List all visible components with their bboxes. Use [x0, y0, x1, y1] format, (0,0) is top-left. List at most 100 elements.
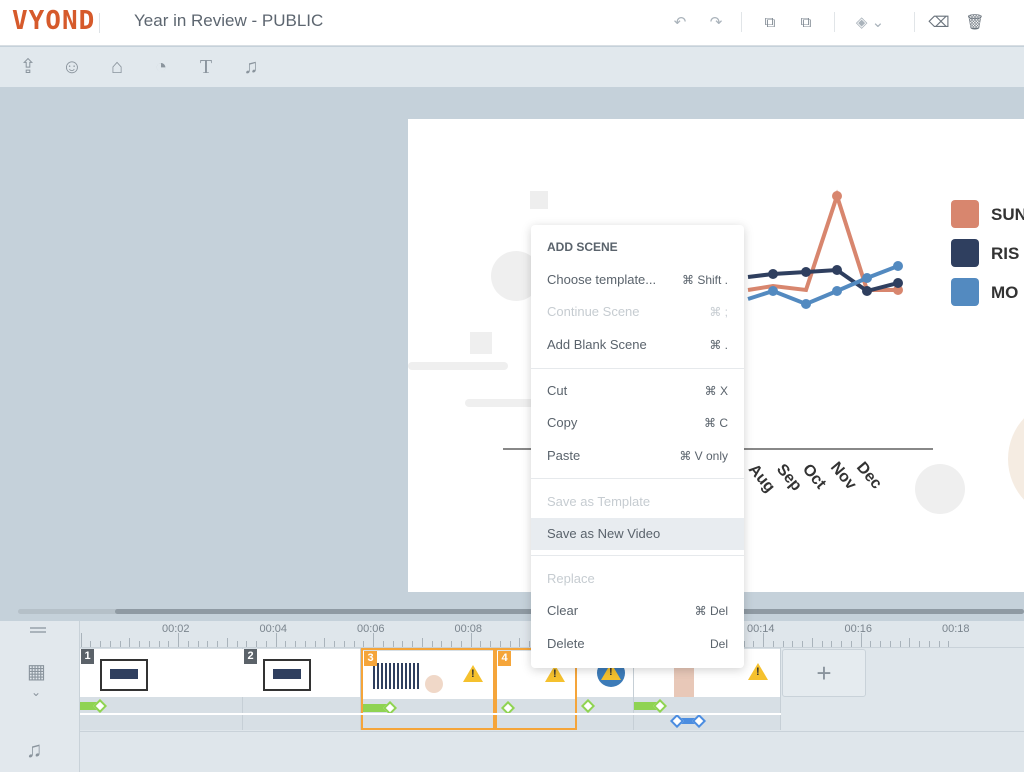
track-divider [80, 713, 781, 715]
divider [741, 12, 742, 32]
ruler-tick [948, 641, 950, 647]
menu-item-choose-template[interactable]: Choose template... ⌘ Shift . [531, 264, 744, 296]
ruler-tick [860, 633, 862, 647]
warning-icon[interactable]: ! [748, 663, 768, 680]
ruler-tick [938, 641, 940, 647]
prop-icon[interactable]: ⌂ [103, 53, 131, 81]
ruler-tick [792, 641, 794, 647]
ruler-time-label: 00:08 [454, 623, 483, 635]
transition-handle[interactable] [580, 698, 596, 714]
menu-item-shortcut: ⌘ ; [709, 305, 728, 319]
redo-icon[interactable]: ↷ [705, 12, 727, 34]
menu-divider [531, 368, 744, 369]
ruler-tick [226, 638, 228, 647]
ruler-tick [821, 641, 823, 647]
legend-swatch [951, 239, 979, 267]
ruler-tick [158, 641, 160, 647]
menu-item-copy[interactable]: Copy ⌘ C [531, 407, 744, 439]
legend-label: SUN [991, 205, 1024, 224]
menu-item-shortcut: ⌘ Del [694, 604, 728, 618]
duplicate-icon[interactable]: ⧉ [759, 12, 781, 34]
menu-item-save-as-new-video[interactable]: Save as New Video [531, 518, 744, 550]
character-icon[interactable]: ☺ [58, 53, 86, 81]
ruler-time-label: 00:02 [162, 623, 190, 635]
ruler-tick [168, 641, 170, 647]
vyond-logo[interactable]: VYOND [12, 6, 95, 36]
menu-item-label: Replace [547, 571, 595, 586]
scene-1[interactable]: 1 [80, 648, 243, 730]
track-labels: ▦ ⌄ ♫ [0, 621, 80, 772]
ruler-time-label: 00:18 [942, 623, 970, 635]
upload-icon[interactable]: ⇪ [14, 53, 42, 81]
menu-divider [531, 478, 744, 479]
scene-thumbnail [80, 649, 243, 697]
menu-item-delete[interactable]: Delete Del [531, 628, 744, 660]
clear-brush-icon[interactable]: ⌫ [928, 12, 950, 34]
ruler-tick [353, 641, 355, 647]
divider [834, 12, 835, 32]
menu-divider [531, 555, 744, 556]
scene-2[interactable]: 2 [243, 648, 361, 730]
chevron-down-icon[interactable]: ⌄ [31, 685, 41, 699]
undo-icon[interactable]: ↶ [669, 12, 691, 34]
ruler-time-label: 00:04 [259, 623, 288, 635]
music-icon[interactable]: ♫ [237, 53, 265, 81]
ruler-tick [109, 641, 111, 647]
scene-number: 2 [244, 649, 257, 664]
layers-icon[interactable]: ◈ ⌄ [850, 12, 890, 34]
ruler-tick [343, 641, 345, 647]
menu-item-replace: Replace [531, 563, 744, 595]
export-icon[interactable]: ⧉ [795, 12, 817, 34]
menu-item-shortcut: ⌘ Shift . [681, 273, 728, 287]
menu-item-add-blank-scene[interactable]: Add Blank Scene ⌘ . [531, 329, 744, 361]
timeline-resize-handle[interactable] [30, 627, 46, 633]
ruler-tick [334, 641, 335, 647]
camera-keyframe[interactable] [669, 713, 685, 729]
scene-number: 4 [498, 651, 511, 666]
menu-item-label: Save as Template [547, 494, 651, 509]
ruler-tick [324, 638, 326, 647]
menu-item-save-as-template: Save as Template [531, 486, 744, 518]
ruler-tick [763, 633, 764, 647]
ruler-tick [295, 641, 296, 647]
chart-icon[interactable]: ◔ [147, 53, 175, 81]
camera-keyframe[interactable] [691, 713, 707, 729]
ruler-tick [148, 641, 150, 647]
menu-item-shortcut: Del [709, 637, 728, 651]
add-scene-button[interactable]: + [782, 649, 866, 697]
menu-item-label: Save as New Video [547, 526, 661, 541]
ruler-tick [382, 641, 384, 647]
menu-item-cut[interactable]: Cut ⌘ X [531, 375, 744, 407]
menu-header: ADD SCENE [547, 240, 618, 254]
ruler-tick [880, 641, 881, 647]
video-title[interactable]: Year in Review - PUBLIC [134, 11, 323, 31]
audio-track[interactable] [80, 731, 1024, 772]
warning-icon[interactable]: ! [463, 665, 483, 682]
legend-swatch [951, 278, 979, 306]
menu-item-clear[interactable]: Clear ⌘ Del [531, 595, 744, 627]
ruler-tick [392, 641, 394, 647]
ruler-tick [363, 641, 365, 647]
menu-item-paste[interactable]: Paste ⌘ V only [531, 440, 744, 472]
scene-3[interactable]: 3 ! [361, 648, 495, 730]
ruler-tick [529, 641, 530, 647]
ruler-tick [831, 641, 833, 647]
context-menu: ADD SCENE Choose template... ⌘ Shift . Con… [531, 225, 744, 668]
ruler-time-label: 00:14 [747, 623, 775, 635]
ruler-tick [178, 633, 179, 647]
trash-icon[interactable]: 🗑︎ [964, 12, 986, 34]
ruler-tick [480, 641, 482, 647]
legend-label: MO [991, 283, 1019, 302]
text-icon[interactable]: T [192, 53, 220, 81]
ruler-tick [753, 641, 755, 647]
ruler-tick [207, 641, 209, 647]
header: VYOND Year in Review - PUBLIC ↶ ↷ ⧉ ⧉ ◈ … [0, 0, 1024, 46]
ruler-tick [909, 638, 911, 647]
ruler-tick [100, 641, 101, 647]
menu-item-shortcut: ⌘ . [709, 338, 728, 352]
ruler-tick [772, 641, 774, 647]
menu-item-label: Copy [547, 415, 578, 430]
divider [99, 13, 100, 33]
menu-item-label: Paste [547, 448, 581, 463]
ruler-tick [119, 641, 121, 647]
